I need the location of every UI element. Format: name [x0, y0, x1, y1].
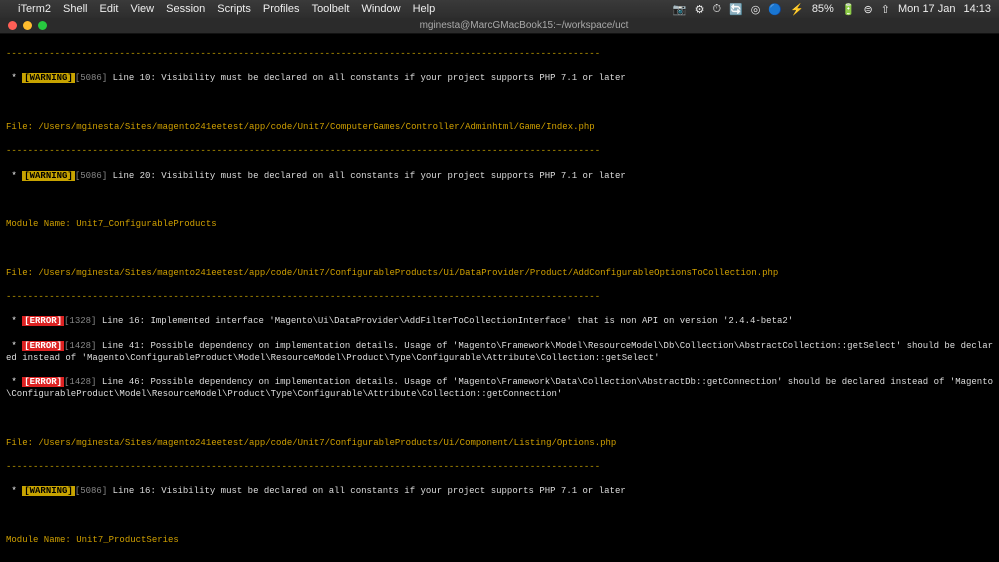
warning-tag: [WARNING] — [22, 486, 75, 496]
separator: ----------------------------------------… — [6, 145, 993, 157]
status-battery-pct[interactable]: 85% — [812, 3, 834, 15]
log-line: * [WARNING][5086] Line 16: Visibility mu… — [6, 485, 993, 497]
menu-edit[interactable]: Edit — [99, 3, 118, 15]
status-bluetooth-icon[interactable]: 🔵 — [768, 3, 782, 16]
log-line: * [ERROR][1428] Line 46: Possible depend… — [6, 376, 993, 400]
menu-help[interactable]: Help — [413, 3, 436, 15]
menu-iterm2[interactable]: iTerm2 — [18, 3, 51, 15]
menu-session[interactable]: Session — [166, 3, 205, 15]
file-header: File: /Users/mginesta/Sites/magento241ee… — [6, 437, 993, 449]
menu-profiles[interactable]: Profiles — [263, 3, 300, 15]
status-settings-icon[interactable]: ⚙ — [695, 3, 705, 16]
menu-shell[interactable]: Shell — [63, 3, 87, 15]
zoom-window-button[interactable] — [38, 21, 47, 30]
status-date[interactable]: Mon 17 Jan — [898, 3, 955, 15]
log-line: * [WARNING][5086] Line 20: Visibility mu… — [6, 170, 993, 182]
log-line: * [WARNING][5086] Line 10: Visibility mu… — [6, 72, 993, 84]
status-battery-icon[interactable]: 🔋 — [842, 3, 856, 16]
window-titlebar: mginesta@MarcGMacBook15:~/workspace/uct — [0, 18, 999, 34]
separator: ----------------------------------------… — [6, 291, 993, 303]
status-input-icon[interactable]: ⇧ — [881, 3, 890, 16]
status-time[interactable]: 14:13 — [963, 3, 991, 15]
window-title: mginesta@MarcGMacBook15:~/workspace/uct — [57, 20, 991, 31]
status-sync-icon[interactable]: 🔄 — [729, 3, 743, 16]
error-tag: [ERROR] — [22, 377, 64, 387]
menu-toolbelt[interactable]: Toolbelt — [312, 3, 350, 15]
warning-tag: [WARNING] — [22, 171, 75, 181]
warning-tag: [WARNING] — [22, 73, 75, 83]
status-camera-icon[interactable]: 📷 — [673, 3, 687, 16]
menu-scripts[interactable]: Scripts — [217, 3, 251, 15]
traffic-lights — [8, 21, 47, 30]
menu-view[interactable]: View — [130, 3, 154, 15]
separator: ----------------------------------------… — [6, 461, 993, 473]
log-line: * [ERROR][1328] Line 16: Implemented int… — [6, 315, 993, 327]
minimize-window-button[interactable] — [23, 21, 32, 30]
status-wifi-icon[interactable]: ⊜ — [864, 3, 873, 16]
file-header: File: /Users/mginesta/Sites/magento241ee… — [6, 267, 993, 279]
log-line: * [ERROR][1428] Line 41: Possible depend… — [6, 340, 993, 364]
terminal-viewport[interactable]: ----------------------------------------… — [0, 34, 999, 562]
error-tag: [ERROR] — [22, 316, 64, 326]
status-timer-icon[interactable]: ⏱ — [713, 3, 722, 16]
macos-menubar: iTerm2 Shell Edit View Session Scripts P… — [0, 0, 999, 18]
status-circle-icon[interactable]: ◎ — [751, 3, 761, 16]
error-tag: [ERROR] — [22, 341, 64, 351]
menu-window[interactable]: Window — [361, 3, 400, 15]
close-window-button[interactable] — [8, 21, 17, 30]
separator: ----------------------------------------… — [6, 48, 993, 60]
module-header: Module Name: Unit7_ConfigurableProducts — [6, 218, 993, 230]
module-header: Module Name: Unit7_ProductSeries — [6, 534, 993, 546]
file-header: File: /Users/mginesta/Sites/magento241ee… — [6, 121, 993, 133]
status-power-icon[interactable]: ⚡ — [790, 3, 804, 16]
